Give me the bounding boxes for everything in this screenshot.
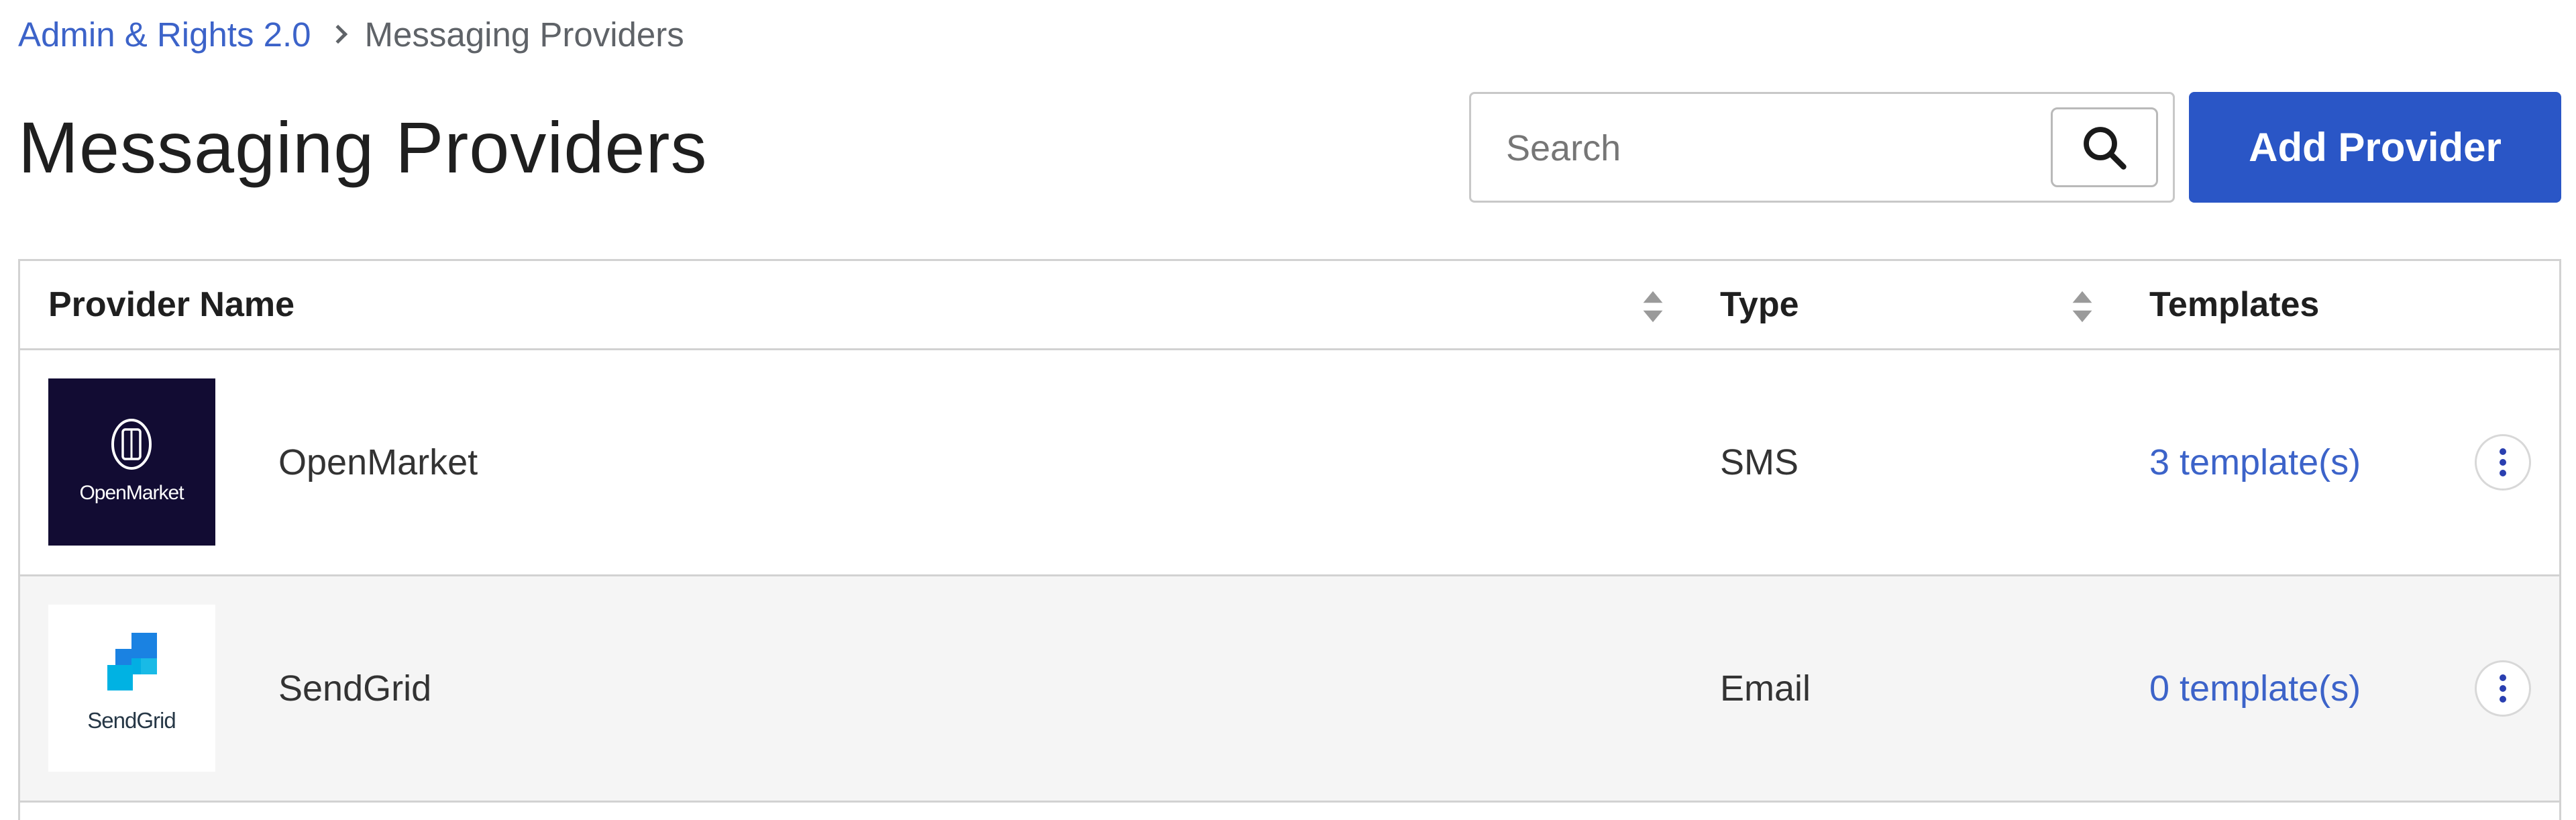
openmarket-logo-icon: OpenMarket xyxy=(48,378,215,546)
templates-link[interactable]: 3 template(s) xyxy=(2149,442,2361,483)
add-provider-button[interactable]: Add Provider xyxy=(2189,92,2561,203)
kebab-menu-icon xyxy=(2500,674,2506,703)
openmarket-logo: OpenMarket xyxy=(48,378,215,546)
breadcrumb-current: Messaging Providers xyxy=(364,15,684,54)
chevron-right-icon xyxy=(328,24,347,44)
provider-name: SendGrid xyxy=(278,668,432,709)
page-title: Messaging Providers xyxy=(18,107,708,188)
row-actions-button[interactable] xyxy=(2475,434,2531,491)
svg-text:SendGrid: SendGrid xyxy=(87,708,175,733)
column-header-type[interactable]: Type xyxy=(1720,261,1799,348)
sendgrid-logo: SendGrid xyxy=(48,605,215,772)
provider-type: Email xyxy=(1720,668,1811,709)
breadcrumb: Admin & Rights 2.0 Messaging Providers xyxy=(18,11,684,58)
breadcrumb-admin-rights-link[interactable]: Admin & Rights 2.0 xyxy=(18,15,311,54)
kebab-menu-icon xyxy=(2500,448,2506,476)
column-header-provider-name[interactable]: Provider Name xyxy=(48,261,294,348)
providers-table: Provider Name Type Templates OpenMarket … xyxy=(18,259,2561,820)
messaging-providers-page: Admin & Rights 2.0 Messaging Providers M… xyxy=(0,0,2576,820)
sendgrid-logo-icon: SendGrid xyxy=(48,605,215,772)
search-button[interactable] xyxy=(2051,107,2158,187)
column-header-templates: Templates xyxy=(2149,285,2320,324)
table-row: SendGrid SendGrid Email 0 template(s) xyxy=(20,576,2559,803)
provider-type: SMS xyxy=(1720,442,1799,482)
row-actions-button[interactable] xyxy=(2475,660,2531,717)
provider-name: OpenMarket xyxy=(278,442,478,482)
search-input[interactable] xyxy=(1505,114,1964,183)
search-icon xyxy=(2084,126,2127,170)
sort-icon[interactable] xyxy=(1641,289,1665,324)
sort-icon[interactable] xyxy=(2070,289,2094,324)
table-row: OpenMarket OpenMarket SMS 3 template(s) xyxy=(20,350,2559,576)
templates-link[interactable]: 0 template(s) xyxy=(2149,668,2361,709)
table-header: Provider Name Type Templates xyxy=(20,261,2559,350)
svg-text:OpenMarket: OpenMarket xyxy=(79,482,184,504)
search-box xyxy=(1469,92,2175,203)
